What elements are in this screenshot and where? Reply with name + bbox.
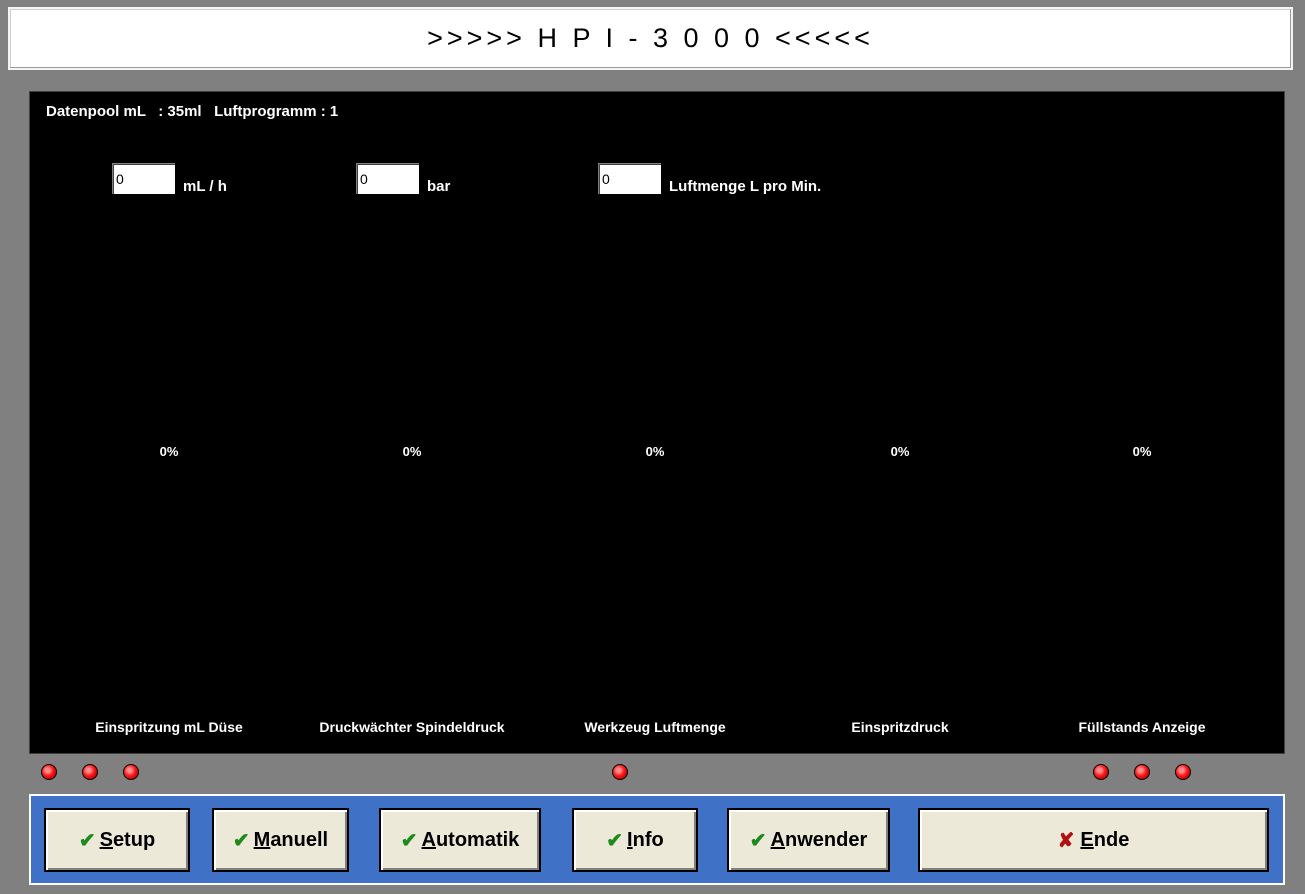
check-icon: ✔ — [78, 829, 96, 852]
status-led — [41, 764, 57, 780]
check-icon: ✔ — [749, 829, 767, 852]
channel-percent: 0% — [645, 444, 665, 459]
setup-button[interactable]: ✔ Setup — [44, 808, 190, 872]
channel-percent: 0% — [1132, 444, 1152, 459]
info-line: Datenpool mL : 35ml Luftprogramm : 1 — [46, 103, 339, 120]
check-icon: ✔ — [232, 829, 250, 852]
ml-per-hour-unit: mL / h — [183, 178, 227, 195]
status-led — [1175, 764, 1191, 780]
info-button[interactable]: ✔ Info — [572, 808, 698, 872]
channel-label: Einspritzung mL Düse — [95, 719, 243, 735]
bar-unit: bar — [427, 178, 451, 195]
status-led — [123, 764, 139, 780]
manuell-button[interactable]: ✔ Manuell — [212, 808, 349, 872]
channel-percent: 0% — [890, 444, 910, 459]
check-icon: ✔ — [606, 829, 624, 852]
automatik-button[interactable]: ✔ Automatik — [379, 808, 541, 872]
channel-label: Einspritzdruck — [851, 719, 949, 735]
ml-per-hour-input[interactable] — [111, 162, 176, 195]
app-title: >>>>> H P I - 3 0 0 0 <<<<< — [427, 23, 874, 53]
channel-percent: 0% — [159, 444, 179, 459]
status-led — [612, 764, 628, 780]
bar-input[interactable] — [355, 162, 420, 195]
channel-label: Füllstands Anzeige — [1078, 719, 1206, 735]
title-bar: >>>>> H P I - 3 0 0 0 <<<<< — [8, 7, 1293, 70]
air-flow-input[interactable] — [597, 162, 662, 195]
check-icon: ✔ — [400, 829, 418, 852]
ende-button[interactable]: ✘ Ende — [918, 808, 1269, 872]
x-icon: ✘ — [1057, 829, 1075, 852]
channel-label: Druckwächter Spindeldruck — [319, 719, 505, 735]
air-flow-unit: Luftmenge L pro Min. — [669, 178, 822, 195]
anwender-button[interactable]: ✔ Anwender — [727, 808, 890, 872]
status-led — [1093, 764, 1109, 780]
status-led — [82, 764, 98, 780]
status-led — [1134, 764, 1150, 780]
channel-label: Werkzeug Luftmenge — [584, 719, 726, 735]
channel-percent: 0% — [402, 444, 422, 459]
